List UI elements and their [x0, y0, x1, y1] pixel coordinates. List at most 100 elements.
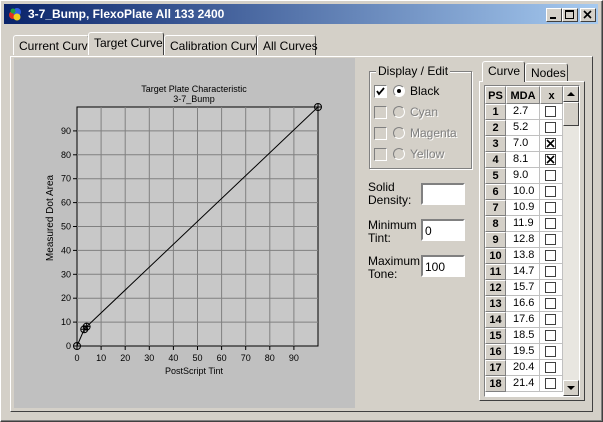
minimum-tint-field[interactable]: 0: [421, 219, 465, 241]
scroll-thumb[interactable]: [563, 102, 579, 126]
node-checkbox[interactable]: [545, 266, 556, 277]
row-header-ps[interactable]: 9: [485, 232, 506, 248]
mda-cell[interactable]: 11.9: [506, 216, 540, 232]
table-row[interactable]: 12 15.7: [485, 280, 563, 296]
vertical-scrollbar[interactable]: [563, 86, 579, 396]
node-checkbox[interactable]: [545, 378, 556, 389]
maximize-button[interactable]: [562, 8, 578, 22]
close-button[interactable]: [580, 8, 596, 22]
table-row[interactable]: 10 13.8: [485, 248, 563, 264]
tab-nodes[interactable]: Nodes: [525, 63, 568, 82]
node-checkbox[interactable]: [545, 202, 556, 213]
node-checkbox[interactable]: [545, 250, 556, 261]
checkbox-magenta[interactable]: [374, 127, 387, 140]
row-header-ps[interactable]: 17: [485, 360, 506, 376]
column-header-mda[interactable]: MDA: [506, 86, 540, 104]
node-checkbox[interactable]: [545, 170, 556, 181]
table-row[interactable]: 3 7.0: [485, 136, 563, 152]
radio-black[interactable]: [393, 85, 405, 97]
mda-cell[interactable]: 15.7: [506, 280, 540, 296]
scroll-up-button[interactable]: [563, 86, 579, 102]
mda-cell[interactable]: 10.0: [506, 184, 540, 200]
mda-cell[interactable]: 10.9: [506, 200, 540, 216]
tab-target-curve[interactable]: Target Curve: [88, 32, 164, 55]
mda-cell[interactable]: 9.0: [506, 168, 540, 184]
scroll-down-button[interactable]: [563, 380, 579, 396]
node-checkbox[interactable]: [545, 122, 556, 133]
row-header-ps[interactable]: 4: [485, 152, 506, 168]
tab-calibration-curve[interactable]: Calibration Curve: [164, 35, 263, 55]
mda-cell[interactable]: 5.2: [506, 120, 540, 136]
node-checkbox[interactable]: [545, 282, 556, 293]
table-row[interactable]: 16 19.5: [485, 344, 563, 360]
table-row[interactable]: 1 2.7: [485, 104, 563, 120]
row-header-ps[interactable]: 7: [485, 200, 506, 216]
title-bar[interactable]: 3-7_Bump, FlexoPlate All 133 2400: [4, 4, 598, 24]
mda-cell[interactable]: 13.8: [506, 248, 540, 264]
table-row[interactable]: 6 10.0: [485, 184, 563, 200]
table-row[interactable]: 4 8.1: [485, 152, 563, 168]
tab-all-curves[interactable]: All Curves: [257, 35, 318, 55]
row-header-ps[interactable]: 3: [485, 136, 506, 152]
radio-cyan[interactable]: [393, 106, 405, 118]
mda-cell[interactable]: 7.0: [506, 136, 540, 152]
mda-cell[interactable]: 14.7: [506, 264, 540, 280]
mda-cell[interactable]: 2.7: [506, 104, 540, 120]
table-row[interactable]: 18 21.4: [485, 376, 563, 392]
row-header-ps[interactable]: 12: [485, 280, 506, 296]
node-checkbox[interactable]: [545, 186, 556, 197]
radio-yellow[interactable]: [393, 148, 405, 160]
node-checkbox[interactable]: [545, 346, 556, 357]
table-row[interactable]: 11 14.7: [485, 264, 563, 280]
mda-cell[interactable]: 16.6: [506, 296, 540, 312]
table-row[interactable]: 9 12.8: [485, 232, 563, 248]
node-checkbox[interactable]: [545, 330, 556, 341]
node-checkbox[interactable]: [545, 154, 556, 165]
node-checkbox[interactable]: [545, 234, 556, 245]
checkbox-cyan[interactable]: [374, 106, 387, 119]
row-header-ps[interactable]: 5: [485, 168, 506, 184]
curve-node-marker[interactable]: [314, 103, 322, 111]
table-row[interactable]: 13 16.6: [485, 296, 563, 312]
row-header-ps[interactable]: 6: [485, 184, 506, 200]
target-curve-chart[interactable]: 0 10 20 30 40 50 60 70 80 90 0 10 20 30 40 50 60 70 80 90 Ta…: [14, 58, 355, 408]
mda-cell[interactable]: 8.1: [506, 152, 540, 168]
curve-node-marker[interactable]: [82, 322, 91, 331]
row-header-ps[interactable]: 1: [485, 104, 506, 120]
row-header-ps[interactable]: 16: [485, 344, 506, 360]
column-header-ps[interactable]: PS: [485, 86, 506, 104]
curve-node-marker[interactable]: [73, 342, 81, 350]
mda-cell[interactable]: 19.5: [506, 344, 540, 360]
row-header-ps[interactable]: 8: [485, 216, 506, 232]
row-header-ps[interactable]: 11: [485, 264, 506, 280]
row-header-ps[interactable]: 14: [485, 312, 506, 328]
node-checkbox[interactable]: [545, 218, 556, 229]
table-row[interactable]: 14 17.6: [485, 312, 563, 328]
tab-current-curve[interactable]: Current Curve: [13, 35, 94, 55]
tab-curve[interactable]: Curve: [482, 61, 525, 82]
radio-magenta[interactable]: [393, 127, 405, 139]
table-row[interactable]: 5 9.0: [485, 168, 563, 184]
checkbox-yellow[interactable]: [374, 148, 387, 161]
table-row[interactable]: 8 11.9: [485, 216, 563, 232]
maximum-tone-field[interactable]: 100: [421, 255, 465, 277]
mda-cell[interactable]: 21.4: [506, 376, 540, 392]
table-row[interactable]: 2 5.2: [485, 120, 563, 136]
graph-area[interactable]: 0 10 20 30 40 50 60 70 80 90 0 10 20 30 40 50 60 70 80 90 Ta…: [14, 58, 355, 408]
mda-cell[interactable]: 12.8: [506, 232, 540, 248]
row-header-ps[interactable]: 18: [485, 376, 506, 392]
solid-density-field[interactable]: [421, 183, 465, 205]
column-header-x[interactable]: x: [540, 86, 563, 104]
row-header-ps[interactable]: 13: [485, 296, 506, 312]
node-checkbox[interactable]: [545, 362, 556, 373]
row-header-ps[interactable]: 15: [485, 328, 506, 344]
row-header-ps[interactable]: 10: [485, 248, 506, 264]
node-checkbox[interactable]: [545, 314, 556, 325]
mda-cell[interactable]: 18.5: [506, 328, 540, 344]
minimize-button[interactable]: [546, 8, 562, 22]
table-row[interactable]: 7 10.9: [485, 200, 563, 216]
node-checkbox[interactable]: [545, 298, 556, 309]
row-header-ps[interactable]: 2: [485, 120, 506, 136]
mda-cell[interactable]: 17.6: [506, 312, 540, 328]
node-checkbox[interactable]: [545, 106, 556, 117]
